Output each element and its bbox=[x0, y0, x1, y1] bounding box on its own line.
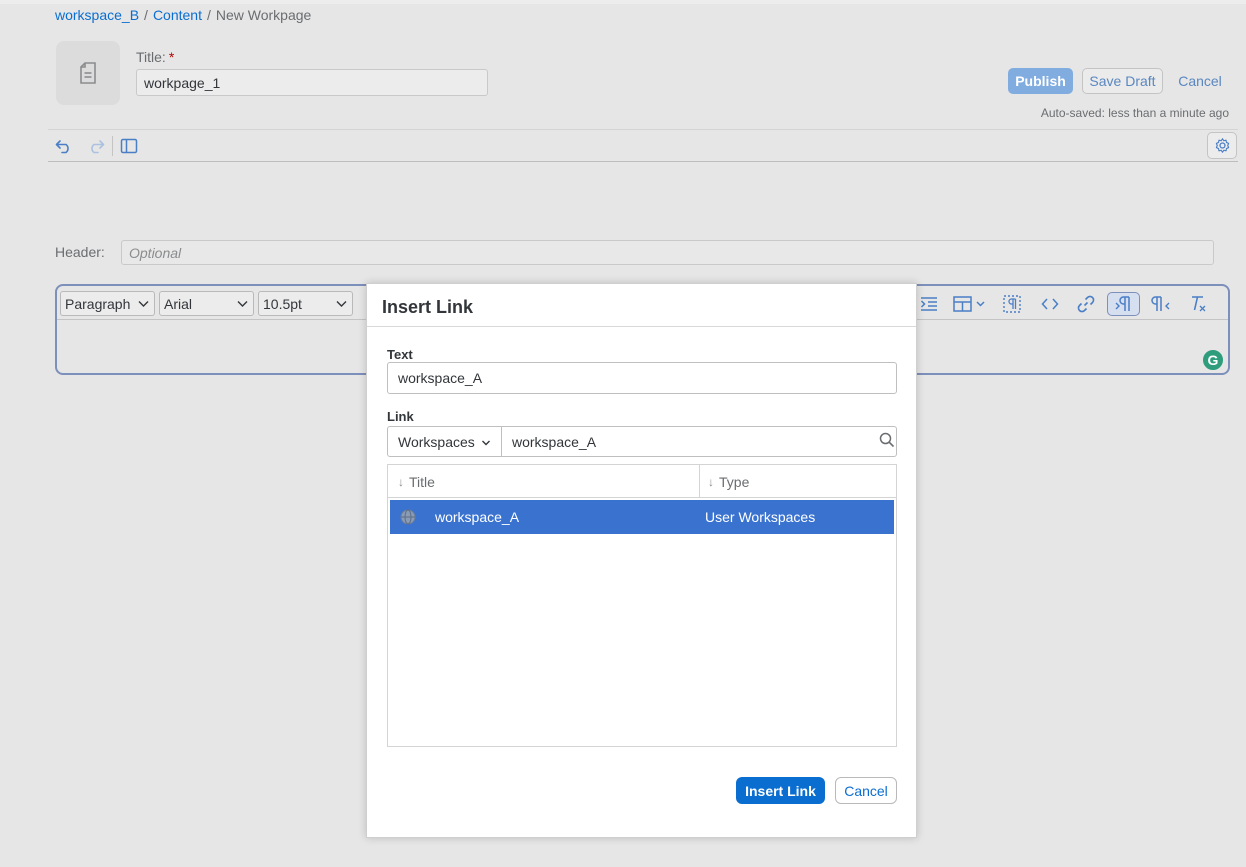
source-code-icon bbox=[1041, 298, 1059, 310]
redo-button[interactable] bbox=[85, 136, 107, 156]
column-header-type[interactable]: ↓ Type bbox=[708, 465, 749, 498]
link-text-input[interactable] bbox=[387, 362, 897, 394]
title-label-text: Title: bbox=[136, 49, 166, 65]
search-icon[interactable] bbox=[879, 432, 895, 448]
font-family-value: Arial bbox=[164, 295, 193, 312]
breadcrumb-separator: / bbox=[144, 7, 148, 23]
font-family-select[interactable]: Arial bbox=[159, 291, 254, 316]
source-code-button[interactable] bbox=[1039, 292, 1061, 316]
top-strip bbox=[0, 0, 1246, 4]
ltr-button[interactable] bbox=[1107, 292, 1140, 316]
save-draft-button[interactable]: Save Draft bbox=[1082, 68, 1163, 94]
paragraph-style-select[interactable]: Paragraph bbox=[60, 291, 155, 316]
required-mark: * bbox=[168, 49, 175, 65]
breadcrumb-workspace-link[interactable]: workspace_B bbox=[55, 7, 139, 23]
indent-icon bbox=[920, 297, 937, 311]
header-label: Header: bbox=[55, 244, 105, 260]
document-icon bbox=[80, 62, 96, 84]
link-label: Link bbox=[387, 409, 414, 424]
insert-link-button[interactable]: Insert Link bbox=[736, 777, 825, 804]
cancel-button[interactable]: Cancel bbox=[1171, 68, 1229, 94]
gear-icon bbox=[1215, 138, 1229, 153]
publish-button[interactable]: Publish bbox=[1008, 68, 1073, 94]
table-row[interactable]: workspace_A User Workspaces bbox=[390, 500, 894, 534]
undo-button[interactable] bbox=[53, 136, 75, 156]
table-header: ↓ Title ↓ Type bbox=[388, 465, 896, 498]
breadcrumb-separator: / bbox=[206, 7, 211, 23]
insert-link-dialog: Insert Link Text Link Workspaces ↓ Title … bbox=[366, 283, 917, 838]
link-type-value: Workspaces bbox=[398, 433, 475, 450]
table-icon bbox=[953, 296, 985, 312]
link-button[interactable] bbox=[1075, 292, 1097, 316]
column-divider bbox=[699, 465, 700, 498]
redo-icon bbox=[91, 140, 105, 154]
sort-arrow-icon: ↓ bbox=[708, 474, 714, 489]
clear-format-icon bbox=[1192, 296, 1206, 312]
undo-icon bbox=[55, 140, 69, 154]
font-size-value: 10.5pt bbox=[263, 295, 302, 312]
title-input[interactable] bbox=[136, 69, 488, 96]
grammarly-icon[interactable]: G bbox=[1201, 348, 1225, 372]
sidebar-toggle-button[interactable] bbox=[118, 136, 140, 156]
dialog-divider bbox=[367, 326, 916, 327]
text-label: Text bbox=[387, 347, 413, 362]
sort-arrow-icon: ↓ bbox=[398, 474, 404, 489]
sidebar-toggle-icon bbox=[120, 138, 138, 154]
breadcrumb-content-link[interactable]: Content bbox=[153, 7, 202, 23]
rtl-icon bbox=[1151, 296, 1170, 311]
breadcrumb: workspace_B / Content / New Workpage bbox=[55, 7, 311, 23]
show-blocks-button[interactable] bbox=[1001, 292, 1023, 316]
title-label: Title: * bbox=[136, 49, 174, 65]
font-size-select[interactable]: 10.5pt bbox=[258, 291, 353, 316]
column-header-title[interactable]: ↓ Title bbox=[398, 465, 435, 498]
table-button[interactable] bbox=[952, 292, 990, 316]
chevron-down-icon bbox=[482, 440, 490, 446]
chevron-down-icon bbox=[336, 301, 347, 307]
divider bbox=[48, 161, 1238, 162]
results-table: ↓ Title ↓ Type workspace_A User Workspaces bbox=[387, 464, 897, 747]
workspace-globe-icon bbox=[400, 509, 416, 525]
paragraph-style-value: Paragraph bbox=[65, 295, 131, 312]
settings-button[interactable] bbox=[1207, 132, 1237, 159]
chevron-down-icon bbox=[138, 301, 149, 307]
link-type-select[interactable]: Workspaces bbox=[387, 426, 502, 457]
header-input[interactable] bbox=[121, 240, 1214, 265]
column-title-label: Title bbox=[409, 473, 435, 490]
dialog-cancel-button[interactable]: Cancel bbox=[835, 777, 897, 804]
chevron-down-icon bbox=[237, 301, 248, 307]
dialog-title: Insert Link bbox=[382, 297, 474, 317]
toolbar-divider bbox=[112, 136, 113, 156]
show-blocks-icon bbox=[1003, 295, 1021, 313]
ltr-icon bbox=[1115, 296, 1130, 311]
row-type: User Workspaces bbox=[705, 509, 816, 525]
row-title: workspace_A bbox=[435, 509, 520, 525]
link-icon bbox=[1077, 295, 1095, 313]
clear-format-button[interactable] bbox=[1187, 292, 1209, 316]
indent-button[interactable] bbox=[919, 292, 939, 316]
rtl-button[interactable] bbox=[1150, 292, 1172, 316]
autosave-status: Auto-saved: less than a minute ago bbox=[1040, 106, 1229, 120]
link-search-input[interactable] bbox=[501, 426, 897, 457]
breadcrumb-current: New Workpage bbox=[215, 7, 312, 23]
column-type-label: Type bbox=[719, 473, 750, 490]
page-icon bbox=[56, 41, 120, 105]
divider bbox=[48, 129, 1238, 130]
